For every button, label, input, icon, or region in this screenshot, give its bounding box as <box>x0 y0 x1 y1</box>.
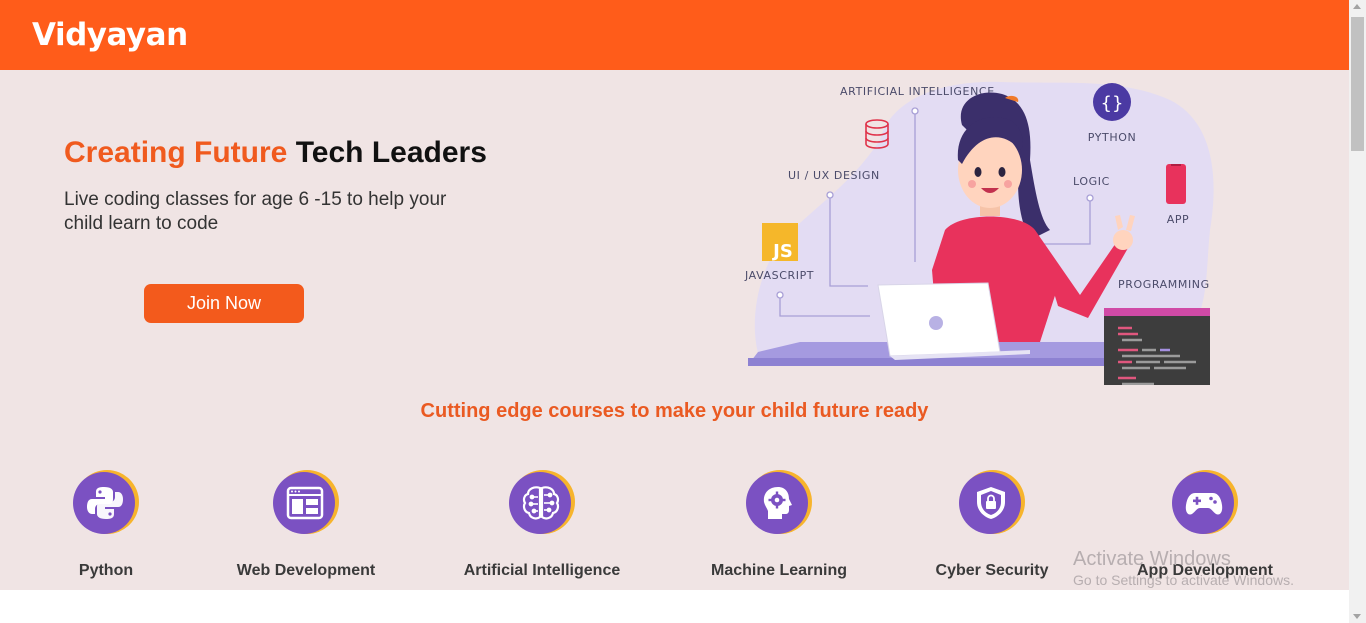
course-label: App Development <box>1136 562 1273 579</box>
page: Vidyayan Creating Future Tech Leaders Li… <box>0 0 1349 623</box>
course-icon-badge <box>1172 470 1238 536</box>
course-icon-badge <box>509 470 575 536</box>
scrollbar-thumb[interactable] <box>1351 17 1364 151</box>
course-label: Python <box>78 562 134 579</box>
course-icon-badge <box>959 470 1025 536</box>
course-card-artificial-intelligence[interactable]: Artificial Intelligence <box>442 470 642 580</box>
vertical-scrollbar[interactable] <box>1349 0 1366 623</box>
code-editor-window <box>1104 308 1210 385</box>
hero-subtitle: Live coding classes for age 6 -15 to hel… <box>64 189 447 234</box>
hero-title-rest: Tech Leaders <box>295 136 487 169</box>
browser-window-icon <box>286 486 324 520</box>
label-javascript: JAVASCRIPT <box>744 269 814 282</box>
course-card-app-development[interactable]: App Development <box>1105 470 1305 580</box>
course-icon-badge <box>73 470 139 536</box>
gamepad-icon <box>1185 493 1223 515</box>
course-icon-badge <box>746 470 812 536</box>
course-label: Web Development <box>236 562 376 579</box>
hero-illustration: {} JS ARTIFICIAL INTELLIGENCE PYTHON UI … <box>744 81 1214 385</box>
hero-title-accent: Creating Future <box>64 136 288 169</box>
navbar: Vidyayan <box>0 0 1349 70</box>
courses-heading: Cutting edge courses to make your child … <box>420 400 929 422</box>
js-badge-text: JS <box>771 241 793 262</box>
shield-lock-icon <box>977 487 1005 519</box>
label-ai: ARTIFICIAL INTELLIGENCE <box>840 85 995 98</box>
phone-icon <box>1166 164 1186 204</box>
course-label: Machine Learning <box>710 562 848 579</box>
course-card-python[interactable]: Python <box>6 470 206 580</box>
head-gear-icon <box>763 487 792 519</box>
course-icon-badge <box>273 470 339 536</box>
brain-circuit-icon <box>522 486 560 520</box>
course-label: Cyber Security <box>935 562 1049 579</box>
hero-section: Creating Future Tech Leaders Live coding… <box>0 70 1349 590</box>
braces-text: {} <box>1101 93 1124 114</box>
python-icon <box>87 487 123 519</box>
course-label: Artificial Intelligence <box>463 562 621 579</box>
course-card-web-development[interactable]: Web Development <box>206 470 406 580</box>
brand-logo[interactable]: Vidyayan <box>32 17 188 53</box>
label-python: PYTHON <box>1088 131 1137 144</box>
label-logic: LOGIC <box>1073 175 1110 188</box>
label-programming: PROGRAMMING <box>1118 278 1210 291</box>
label-app: APP <box>1167 213 1190 226</box>
scroll-up-arrow-icon[interactable] <box>1353 4 1361 9</box>
hero-title: Creating Future Tech Leaders <box>64 136 487 170</box>
join-now-button[interactable]: Join Now <box>144 284 304 323</box>
label-uiux: UI / UX DESIGN <box>788 169 880 182</box>
course-card-cyber-security[interactable]: Cyber Security <box>892 470 1092 580</box>
course-card-machine-learning[interactable]: Machine Learning <box>679 470 879 580</box>
scroll-down-arrow-icon[interactable] <box>1353 614 1361 619</box>
